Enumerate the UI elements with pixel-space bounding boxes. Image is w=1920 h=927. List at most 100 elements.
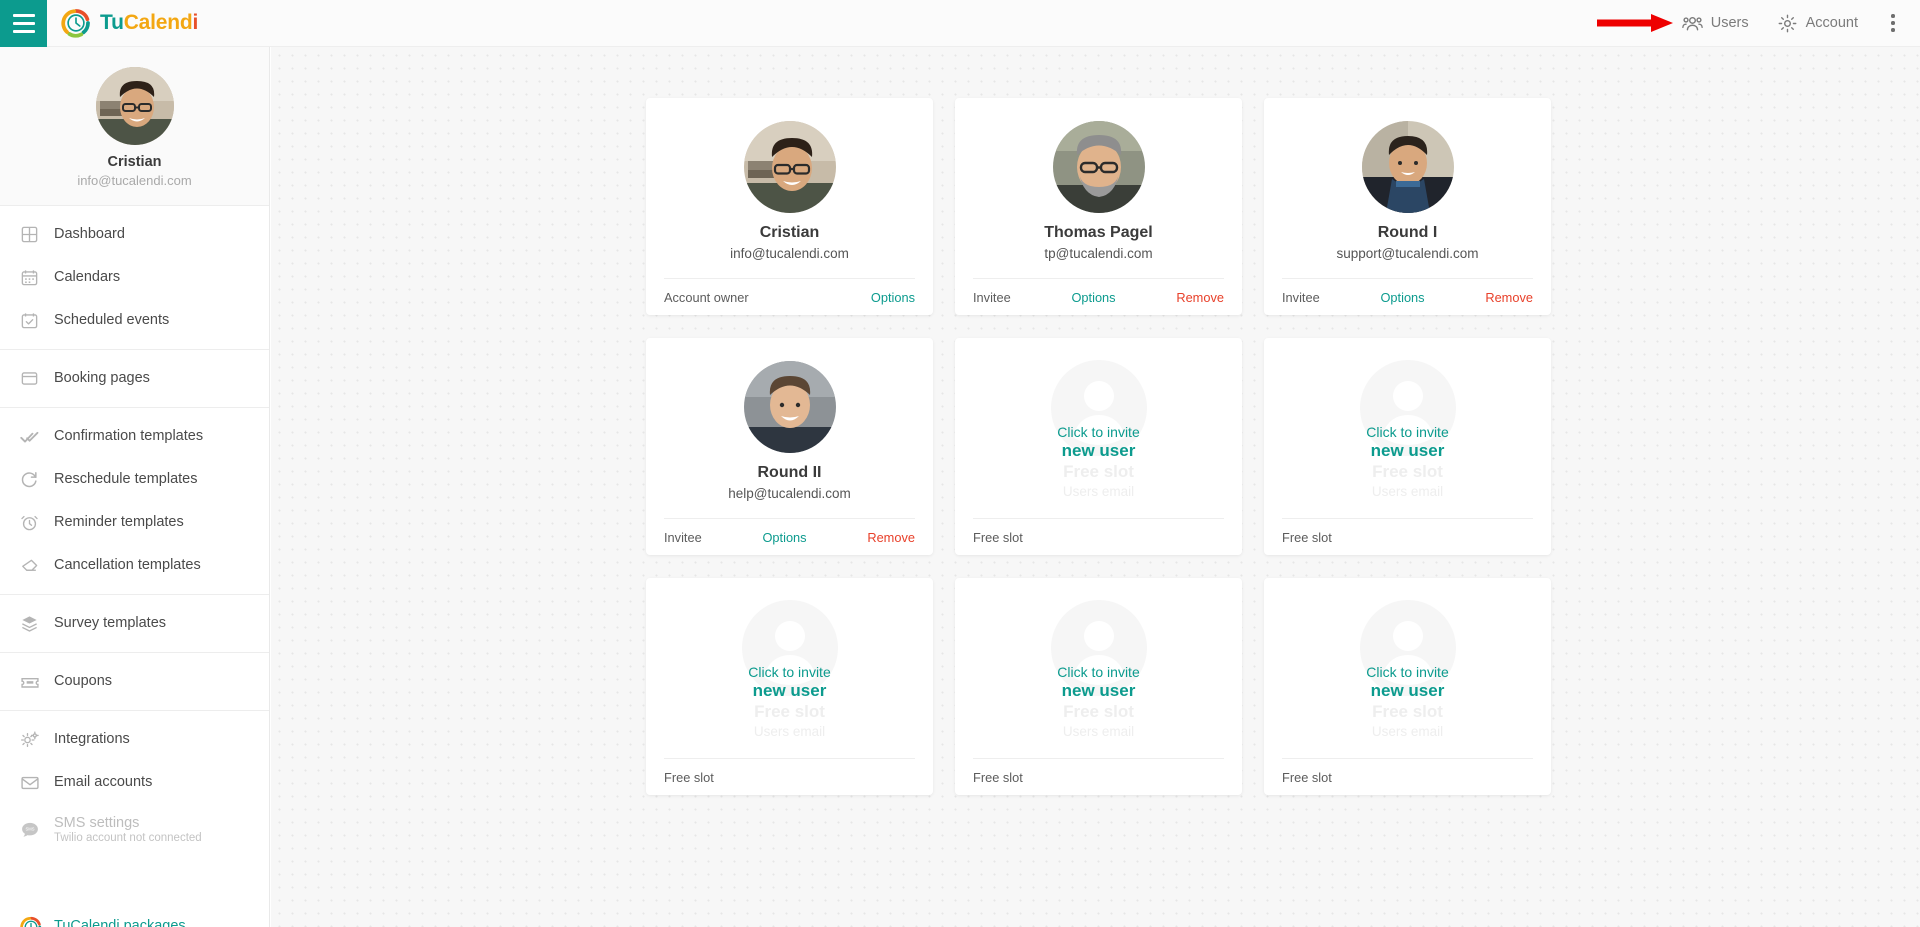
avatar bbox=[743, 361, 836, 453]
free-slot-placeholder-name: Free slot bbox=[1372, 462, 1443, 482]
sidebar-item-tucalendi-packages[interactable]: TuCalendi packages bbox=[0, 905, 269, 927]
sidebar-item-email-accounts[interactable]: Email accounts bbox=[0, 761, 269, 804]
free-slot-placeholder-email: Users email bbox=[753, 723, 826, 739]
dashboard-grid-icon bbox=[20, 225, 54, 244]
free-slot-invite-line2[interactable]: new user bbox=[955, 441, 1242, 461]
ticket-icon bbox=[20, 672, 54, 692]
more-vertical-icon[interactable] bbox=[1876, 0, 1910, 47]
sidebar-item-cancellation-templates[interactable]: Cancellation templates bbox=[0, 544, 269, 587]
hamburger-bar bbox=[12, 29, 35, 33]
sidebar-item-calendars[interactable]: Calendars bbox=[0, 256, 269, 299]
user-card-remove-link[interactable]: Remove bbox=[867, 530, 915, 545]
user-card[interactable]: Cristian info@tucalendi.com Account owne… bbox=[646, 98, 933, 315]
user-card-footer: Invitee Options Remove bbox=[1282, 278, 1533, 315]
free-slot-card[interactable]: Click to invite new user Free slot Users… bbox=[646, 578, 933, 795]
sidebar-item-coupons[interactable]: Coupons bbox=[0, 660, 269, 703]
sidebar-item-label: Dashboard bbox=[54, 226, 125, 243]
user-card-role: Invitee bbox=[1282, 289, 1320, 305]
alarm-clock-icon bbox=[20, 513, 54, 532]
account-nav-button[interactable]: Account bbox=[1763, 0, 1872, 47]
user-card-options-link[interactable]: Options bbox=[871, 290, 915, 305]
sidebar-item-label: Cancellation templates bbox=[54, 557, 201, 574]
top-bar-actions: Users Account bbox=[1668, 0, 1920, 47]
user-card-name: Thomas Pagel bbox=[1044, 224, 1153, 241]
hamburger-menu-icon[interactable] bbox=[0, 0, 47, 47]
free-slot-footer: Free slot bbox=[1282, 758, 1533, 795]
sidebar-item-reschedule-templates[interactable]: Reschedule templates bbox=[0, 458, 269, 501]
calendar-check-icon bbox=[20, 311, 54, 330]
calendar-icon bbox=[20, 268, 54, 287]
free-slot-body: Click to invite new user Free slot Users… bbox=[955, 578, 1242, 758]
sidebar-profile[interactable]: Cristian info@tucalendi.com bbox=[0, 47, 269, 206]
user-card-role: Invitee bbox=[664, 529, 702, 545]
tucalendi-clock-logo-icon bbox=[61, 8, 91, 38]
free-slot-card[interactable]: Click to invite new user Free slot Users… bbox=[1264, 338, 1551, 555]
user-card-name: Round II bbox=[757, 464, 822, 481]
user-card-footer: Invitee Options Remove bbox=[973, 278, 1224, 315]
free-slot-footer: Free slot bbox=[973, 518, 1224, 555]
free-slot-invite-line1[interactable]: Click to invite bbox=[1264, 664, 1551, 680]
brand-logo-area[interactable]: TuCalendi bbox=[61, 8, 198, 38]
kebab-dot bbox=[1891, 28, 1895, 32]
sidebar-item-scheduled-events[interactable]: Scheduled events bbox=[0, 299, 269, 342]
free-slot-texts: Click to invite new user Free slot Users… bbox=[646, 664, 933, 740]
free-slot-role: Free slot bbox=[1282, 769, 1332, 785]
kebab-dot bbox=[1891, 21, 1895, 25]
sidebar-item-label: Integrations bbox=[54, 731, 130, 748]
red-arrow-icon bbox=[1597, 12, 1677, 34]
sidebar-group-templates: Confirmation templates Reschedule templa… bbox=[0, 408, 269, 595]
user-card-footer: Account owner Options bbox=[664, 278, 915, 315]
user-card[interactable]: Round I support@tucalendi.com Invitee Op… bbox=[1264, 98, 1551, 315]
sidebar-profile-name: Cristian bbox=[107, 154, 162, 170]
sidebar-item-confirmation-templates[interactable]: Confirmation templates bbox=[0, 415, 269, 458]
free-slot-invite-line2[interactable]: new user bbox=[955, 681, 1242, 701]
user-card-email: tp@tucalendi.com bbox=[1044, 246, 1153, 261]
free-slot-invite-line1[interactable]: Click to invite bbox=[955, 664, 1242, 680]
sidebar-item-integrations[interactable]: Integrations bbox=[0, 718, 269, 761]
gear-icon bbox=[1777, 13, 1798, 34]
free-slot-card[interactable]: Click to invite new user Free slot Users… bbox=[1264, 578, 1551, 795]
user-card[interactable]: Round II help@tucalendi.com Invitee Opti… bbox=[646, 338, 933, 555]
free-slot-invite-line2[interactable]: new user bbox=[646, 681, 933, 701]
free-slot-invite-line2[interactable]: new user bbox=[1264, 441, 1551, 461]
user-card[interactable]: Thomas Pagel tp@tucalendi.com Invitee Op… bbox=[955, 98, 1242, 315]
free-slot-invite-line1[interactable]: Click to invite bbox=[955, 424, 1242, 440]
free-slot-invite-line2[interactable]: new user bbox=[1264, 681, 1551, 701]
brand-title-part1: Tu bbox=[100, 11, 124, 34]
user-card-name: Cristian bbox=[759, 224, 820, 241]
free-slot-placeholder-name: Free slot bbox=[1063, 702, 1134, 722]
user-card-options-link[interactable]: Options bbox=[762, 530, 806, 545]
user-avatar-photo bbox=[95, 67, 174, 145]
free-slot-invite-line1[interactable]: Click to invite bbox=[1264, 424, 1551, 440]
sidebar-item-booking-pages[interactable]: Booking pages bbox=[0, 357, 269, 400]
hamburger-bar bbox=[12, 21, 35, 25]
avatar bbox=[1052, 121, 1145, 213]
user-card-options-link[interactable]: Options bbox=[1380, 290, 1424, 305]
free-slot-body: Click to invite new user Free slot Users… bbox=[646, 578, 933, 758]
account-nav-label: Account bbox=[1805, 15, 1858, 31]
sidebar-item-label: Calendars bbox=[54, 269, 121, 286]
users-nav-label: Users bbox=[1710, 15, 1749, 31]
sidebar-item-reminder-templates[interactable]: Reminder templates bbox=[0, 501, 269, 544]
free-slot-placeholder-name: Free slot bbox=[754, 702, 825, 722]
user-card-email: support@tucalendi.com bbox=[1336, 246, 1479, 261]
sidebar-profile-email: info@tucalendi.com bbox=[77, 173, 192, 188]
free-slot-invite-line1[interactable]: Click to invite bbox=[646, 664, 933, 680]
user-card-email: info@tucalendi.com bbox=[730, 246, 849, 261]
sidebar-item-dashboard[interactable]: Dashboard bbox=[0, 213, 269, 256]
sidebar: Cristian info@tucalendi.com Dashboard Ca… bbox=[0, 47, 270, 927]
free-slot-card[interactable]: Click to invite new user Free slot Users… bbox=[955, 338, 1242, 555]
sms-bubble-icon: SMS bbox=[20, 820, 54, 840]
user-card-remove-link[interactable]: Remove bbox=[1485, 290, 1533, 305]
free-slot-body: Click to invite new user Free slot Users… bbox=[1264, 338, 1551, 518]
free-slot-footer: Free slot bbox=[664, 758, 915, 795]
free-slot-placeholder-email: Users email bbox=[1062, 483, 1135, 499]
user-card-remove-link[interactable]: Remove bbox=[1176, 290, 1224, 305]
free-slot-body: Click to invite new user Free slot Users… bbox=[955, 338, 1242, 518]
sidebar-item-label: Booking pages bbox=[54, 370, 150, 387]
users-nav-button[interactable]: Users bbox=[1668, 0, 1763, 47]
sidebar-item-survey-templates[interactable]: Survey templates bbox=[0, 602, 269, 645]
free-slot-card[interactable]: Click to invite new user Free slot Users… bbox=[955, 578, 1242, 795]
user-card-options-link[interactable]: Options bbox=[1071, 290, 1115, 305]
free-slot-texts: Click to invite new user Free slot Users… bbox=[1264, 664, 1551, 740]
